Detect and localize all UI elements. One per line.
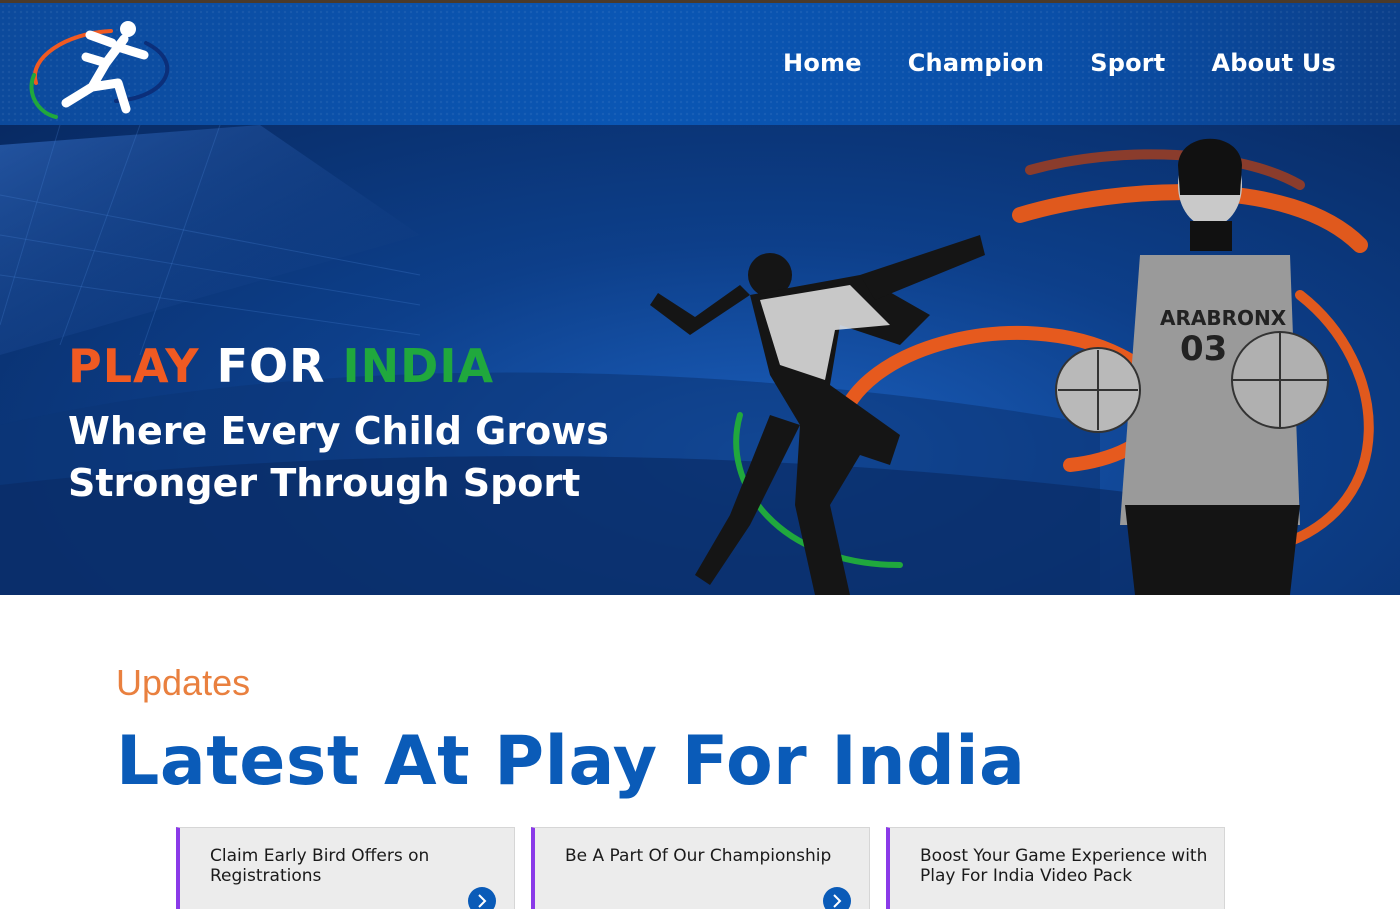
brand-india-word: INDIA bbox=[342, 339, 495, 393]
main-nav: Home Champion Sport About Us bbox=[783, 49, 1336, 77]
sprinter-silhouette bbox=[650, 235, 985, 595]
update-card[interactable]: Be A Part Of Our Championship bbox=[531, 827, 870, 909]
nav-champion[interactable]: Champion bbox=[908, 49, 1044, 77]
chevron-right-icon[interactable] bbox=[823, 887, 851, 909]
brand-play-word: PLAY bbox=[68, 339, 200, 393]
update-card-text: Claim Early Bird Offers on Registrations bbox=[210, 846, 430, 886]
athletes-illustration: ARABRONX 03 bbox=[650, 138, 1374, 595]
svg-text:03: 03 bbox=[1180, 329, 1227, 369]
update-card-text: Boost Your Game Experience with Play For… bbox=[920, 846, 1208, 886]
updates-title: Latest At Play For India bbox=[116, 722, 1026, 801]
updates-eyebrow: Updates bbox=[116, 662, 251, 703]
site-header: Home Champion Sport About Us bbox=[0, 0, 1400, 125]
nav-sport[interactable]: Sport bbox=[1090, 49, 1165, 77]
update-cards: Claim Early Bird Offers on Registrations… bbox=[176, 827, 1225, 909]
update-card-text: Be A Part Of Our Championship bbox=[565, 846, 832, 866]
jersey-text: ARABRONX bbox=[1160, 306, 1287, 330]
hero-banner: PLAY FOR INDIA Where Every Child Grows S… bbox=[0, 125, 1400, 595]
nav-about-us[interactable]: About Us bbox=[1211, 49, 1336, 77]
play-for-india-brand: PLAY FOR INDIA bbox=[68, 343, 494, 389]
update-card[interactable]: Boost Your Game Experience with Play For… bbox=[886, 827, 1225, 909]
nav-home[interactable]: Home bbox=[783, 49, 862, 77]
update-card[interactable]: Claim Early Bird Offers on Registrations bbox=[176, 827, 515, 909]
brand-for-word: FOR bbox=[216, 339, 326, 393]
chevron-right-icon[interactable] bbox=[468, 887, 496, 909]
running-athlete-logo[interactable] bbox=[26, 13, 176, 121]
